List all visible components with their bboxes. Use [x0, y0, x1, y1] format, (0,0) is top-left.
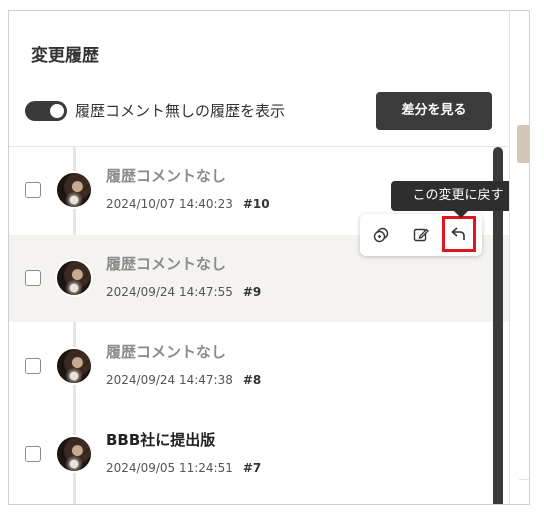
toggle-knob — [50, 104, 64, 118]
row-checkbox[interactable] — [25, 182, 41, 198]
avatar — [55, 171, 93, 209]
row-checkbox[interactable] — [25, 446, 41, 462]
revision-number: #9 — [242, 285, 262, 299]
right-pane-tab[interactable] — [517, 125, 529, 163]
avatar — [55, 347, 93, 385]
history-datetime: 2024/09/24 14:47:38 — [106, 373, 233, 387]
copy-icon[interactable] — [366, 220, 396, 250]
history-meta: 2024/09/05 11:24:51 #7 — [106, 461, 261, 475]
history-meta: 2024/10/07 14:40:23 #10 — [106, 197, 270, 211]
history-datetime: 2024/10/07 14:40:23 — [106, 197, 233, 211]
history-comment: BBB社に提出版 — [106, 431, 216, 449]
row-action-popup — [360, 214, 482, 256]
diff-button[interactable]: 差分を見る — [376, 92, 492, 130]
row-checkbox[interactable] — [25, 358, 41, 374]
toggle-label: 履歴コメント無しの履歴を表示 — [75, 102, 286, 120]
avatar — [55, 259, 93, 297]
edit-icon[interactable] — [406, 220, 436, 250]
history-meta: 2024/09/24 14:47:38 #8 — [106, 373, 261, 387]
history-datetime: 2024/09/05 11:24:51 — [106, 461, 233, 475]
right-pane — [509, 11, 529, 504]
history-meta: 2024/09/24 14:47:55 #9 — [106, 285, 261, 299]
undo-icon[interactable] — [442, 216, 476, 252]
panel-title: 変更履歴 — [31, 46, 99, 66]
revision-number: #8 — [242, 373, 262, 387]
history-row-8[interactable]: 履歴コメントなし 2024/09/24 14:47:38 #8 — [9, 323, 509, 410]
history-comment: 履歴コメントなし — [106, 343, 227, 361]
revision-number: #7 — [242, 461, 262, 475]
revert-tooltip: この変更に戻す — [391, 181, 525, 218]
revision-number: #10 — [242, 197, 270, 211]
history-panel: 変更履歴 履歴コメント無しの履歴を表示 差分を見る 履歴コメントなし 2024/… — [8, 10, 530, 505]
history-comment: 履歴コメントなし — [106, 167, 227, 185]
history-datetime: 2024/09/24 14:47:55 — [106, 285, 233, 299]
row-checkbox[interactable] — [25, 270, 41, 286]
show-uncommented-toggle[interactable] — [25, 101, 67, 121]
avatar — [55, 435, 93, 473]
history-row-7[interactable]: BBB社に提出版 2024/09/05 11:24:51 #7 — [9, 411, 509, 498]
history-comment: 履歴コメントなし — [106, 255, 227, 273]
right-pane-divider — [519, 479, 529, 480]
